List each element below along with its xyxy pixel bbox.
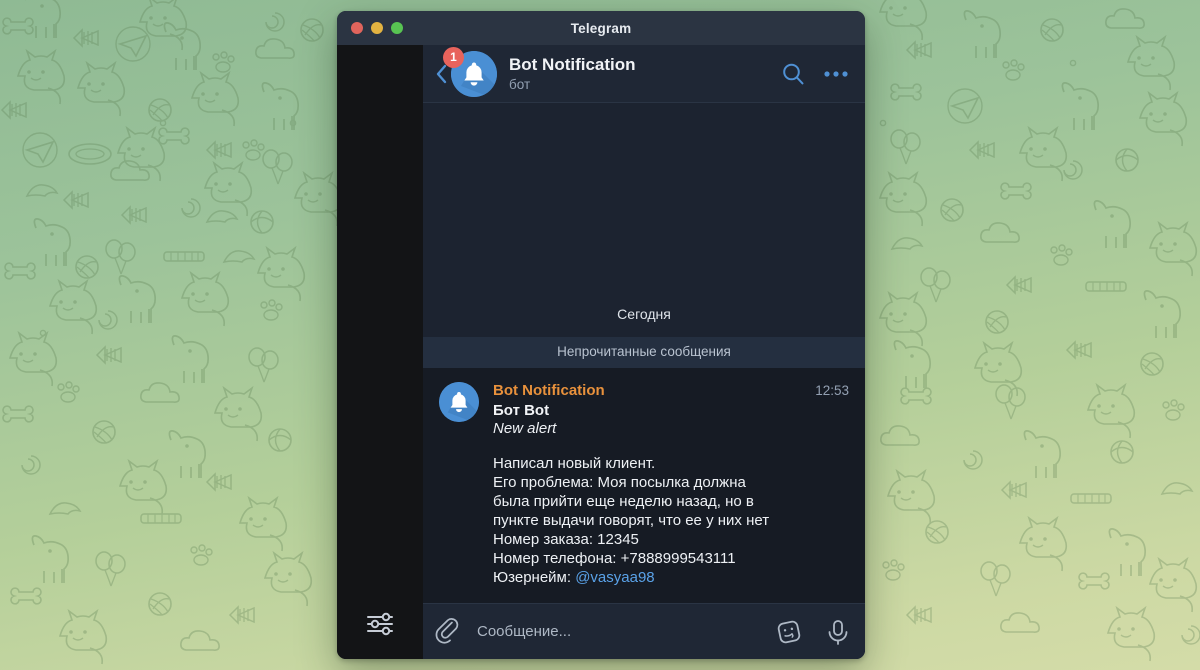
close-window-button[interactable] bbox=[351, 22, 363, 34]
message-timestamp: 12:53 bbox=[815, 383, 849, 398]
minimize-window-button[interactable] bbox=[371, 22, 383, 34]
message-item[interactable]: Bot Notification 12:53 Бот Bot New alert… bbox=[423, 368, 865, 603]
unread-messages-divider: Непрочитанные сообщения bbox=[423, 337, 865, 368]
message-input-bar: Сообщение... bbox=[423, 603, 865, 659]
chat-title: Bot Notification bbox=[509, 54, 636, 74]
message-text: Написал новый клиент. Его проблема: Моя … bbox=[493, 454, 785, 587]
window-controls bbox=[351, 22, 403, 34]
microphone-icon[interactable] bbox=[825, 618, 851, 646]
window-title: Telegram bbox=[570, 20, 632, 36]
chat-header: 1 Bot Notification бот bbox=[423, 45, 865, 103]
paperclip-icon[interactable] bbox=[435, 617, 461, 646]
chat-panel: 1 Bot Notification бот Сегодня Непрочита… bbox=[423, 45, 865, 659]
left-sidebar bbox=[337, 45, 423, 659]
message-avatar[interactable] bbox=[439, 382, 479, 587]
sliders-icon[interactable] bbox=[365, 611, 395, 642]
chat-subtitle: бот bbox=[509, 76, 531, 92]
desktop-background: Telegram 1 Bot Notification бот Сегодня … bbox=[0, 0, 1200, 670]
username-mention-link[interactable]: @vasyaa98 bbox=[575, 569, 654, 586]
window-titlebar: Telegram bbox=[337, 11, 865, 45]
search-icon[interactable] bbox=[781, 62, 805, 86]
message-input-field[interactable]: Сообщение... bbox=[477, 623, 753, 640]
bell-icon bbox=[439, 382, 479, 422]
window-body: 1 Bot Notification бот Сегодня Непрочита… bbox=[337, 45, 865, 659]
message-sender-name[interactable]: Bot Notification bbox=[493, 382, 805, 399]
date-separator: Сегодня bbox=[617, 306, 671, 322]
message-bot-name: Бот Bot bbox=[493, 402, 550, 419]
chat-header-titles: Bot Notification бот bbox=[509, 55, 763, 93]
more-options-icon[interactable] bbox=[823, 70, 849, 78]
telegram-window: Telegram 1 Bot Notification бот Сегодня … bbox=[337, 11, 865, 659]
message-body: Bot Notification 12:53 Бот Bot New alert… bbox=[493, 382, 849, 587]
message-list[interactable]: Сегодня Непрочитанные сообщения Bot Noti… bbox=[423, 103, 865, 603]
message-alert-title: New alert bbox=[493, 420, 557, 437]
emoji-smiley-icon[interactable] bbox=[775, 618, 803, 646]
maximize-window-button[interactable] bbox=[391, 22, 403, 34]
message-meta-row: Bot Notification 12:53 bbox=[493, 382, 849, 399]
chat-avatar[interactable]: 1 bbox=[443, 46, 497, 97]
unread-count-badge: 1 bbox=[443, 46, 464, 68]
message-text-body: Написал новый клиент. Его проблема: Моя … bbox=[493, 455, 770, 586]
